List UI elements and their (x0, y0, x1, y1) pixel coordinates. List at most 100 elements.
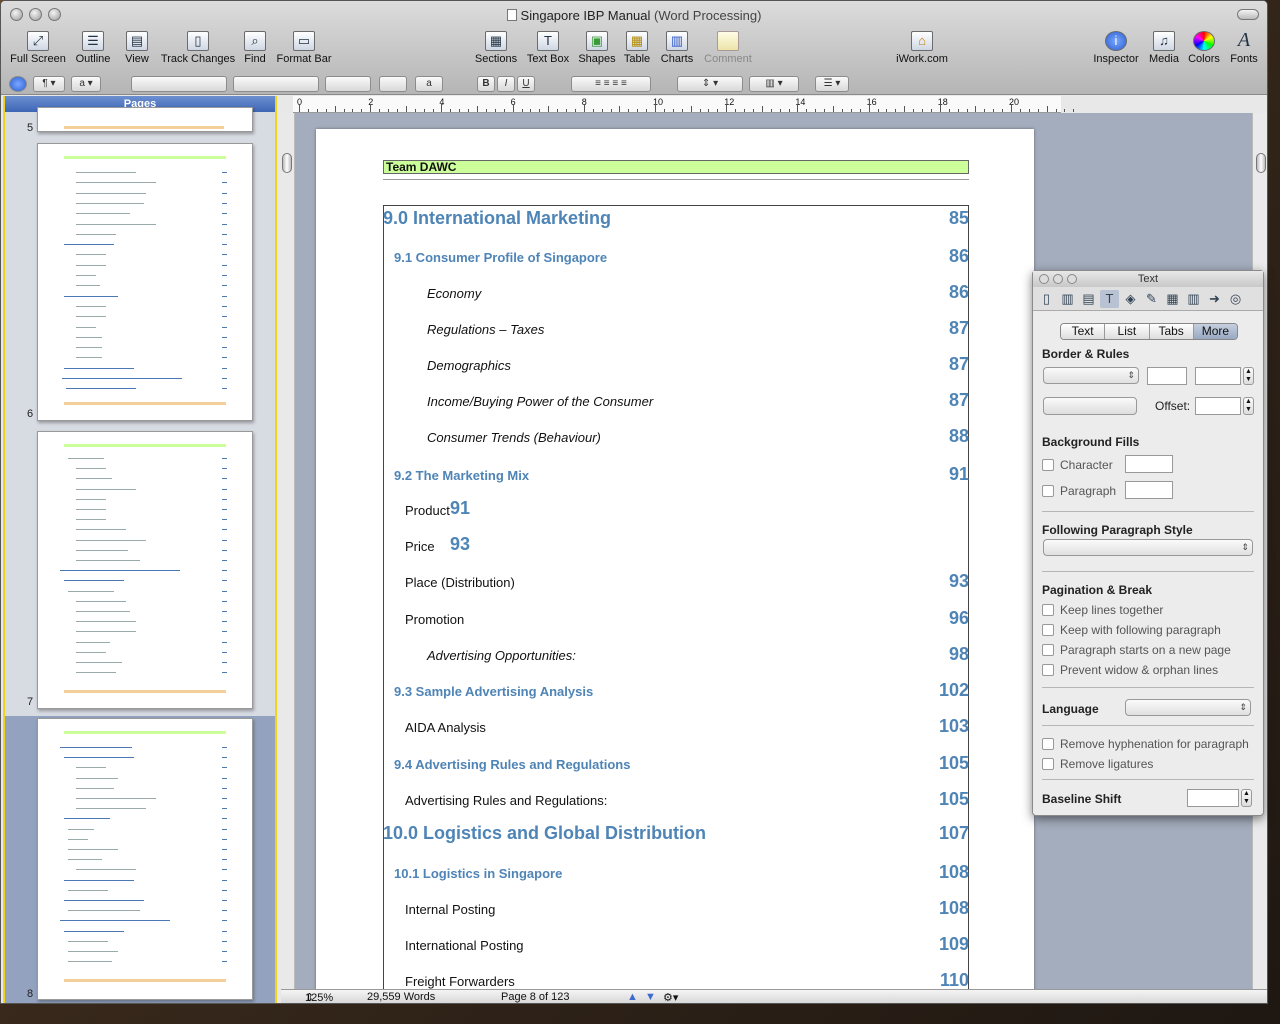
page-thumbnail-5[interactable]: 5 (5, 107, 275, 134)
tab-text[interactable]: Text (1061, 324, 1106, 339)
toc-entry[interactable]: Economy 86 (383, 282, 969, 306)
toc-entry[interactable]: Consumer Trends (Behaviour) 88 (383, 426, 969, 450)
font-size-combo[interactable] (325, 76, 371, 92)
layout-inspector-icon[interactable]: ▥ (1058, 290, 1077, 308)
previous-page-button[interactable]: ▲ (627, 991, 638, 1003)
document-inspector-icon[interactable]: ▯ (1037, 290, 1056, 308)
toc-entry[interactable]: Price 93 (383, 534, 969, 559)
border-width-stepper[interactable]: ▲ ▼ (1243, 367, 1254, 385)
toc-entry[interactable]: International Posting 109 (383, 934, 969, 958)
paragraph-style-popup[interactable]: ¶ ▾ (33, 76, 65, 92)
link-inspector-icon[interactable]: ➜ (1205, 290, 1224, 308)
tab-tabs[interactable]: Tabs (1149, 324, 1194, 339)
baseline-shift-stepper[interactable]: ▲ ▼ (1241, 789, 1252, 807)
wrap-inspector-icon[interactable]: ▤ (1079, 290, 1098, 308)
toc-entry[interactable]: 9.4 Advertising Rules and Regulations 105 (383, 753, 969, 777)
border-width-field[interactable] (1195, 367, 1241, 385)
track-changes-button[interactable]: ▯ Track Changes (159, 29, 237, 65)
italic-button[interactable]: I (497, 76, 515, 92)
toc-entry[interactable]: Income/Buying Power of the Consumer 87 (383, 390, 969, 414)
text-color-well[interactable] (379, 76, 407, 92)
columns-popup[interactable]: ▥ ▾ (749, 76, 799, 92)
toc-entry[interactable]: 9.0 International Marketing 85 (383, 208, 969, 232)
keep-following-checkbox[interactable]: Keep with following paragraph (1042, 623, 1221, 637)
character-fill-checkbox[interactable]: Character (1042, 458, 1113, 472)
toc-entry[interactable]: Promotion 96 (383, 608, 969, 632)
charts-button[interactable]: ▥ Charts (657, 29, 697, 65)
text-box-button[interactable]: T Text Box (525, 29, 571, 65)
toc-entry[interactable]: Product 91 (383, 498, 969, 523)
font-typeface-popup[interactable] (233, 76, 319, 92)
new-page-checkbox[interactable]: Paragraph starts on a new page (1042, 643, 1231, 657)
find-button[interactable]: ⌕ Find (241, 29, 269, 65)
table-inspector-icon[interactable]: ▦ (1163, 290, 1182, 308)
colors-button[interactable]: Colors (1185, 29, 1223, 65)
page-thumbnail-8[interactable]: 8 (5, 716, 275, 1003)
format-bar-button[interactable]: ▭ Format Bar (275, 29, 333, 65)
view-button[interactable]: ▤ View (119, 29, 155, 65)
full-screen-button[interactable]: ⤢ Full Screen (9, 29, 67, 65)
tab-more[interactable]: More (1193, 324, 1237, 339)
border-color-well[interactable] (1147, 367, 1187, 385)
toc-entry[interactable]: AIDA Analysis 103 (383, 716, 969, 740)
paragraph-fill-color-well[interactable] (1125, 481, 1173, 499)
toc-entry[interactable]: Advertising Opportunities: 98 (383, 644, 969, 668)
close-button[interactable] (1039, 274, 1049, 284)
offset-stepper[interactable]: ▲ ▼ (1243, 397, 1254, 415)
following-style-popup[interactable]: ⇕ (1043, 539, 1253, 556)
next-page-button[interactable]: ▼ (645, 991, 656, 1003)
toc-entry[interactable]: 10.0 Logistics and Global Distribution 10… (383, 823, 969, 847)
minimize-button[interactable] (1053, 274, 1063, 284)
outline-button[interactable]: ☰ Outline (71, 29, 115, 65)
sections-button[interactable]: ▦ Sections (473, 29, 519, 65)
toc-entry[interactable]: 9.2 The Marketing Mix 91 (383, 464, 969, 488)
zoom-button[interactable] (1067, 274, 1077, 284)
shapes-button[interactable]: ▣ Shapes (577, 29, 617, 65)
scroll-knob[interactable] (1256, 153, 1266, 173)
horizontal-ruler[interactable]: 0 2 4 6 8 10 12 14 16 18 20 (293, 96, 1075, 113)
toc-entry[interactable]: Internal Posting 108 (383, 898, 969, 922)
gear-icon[interactable]: ⚙▾ (663, 991, 678, 1003)
alignment-buttons[interactable]: ≡ ≡ ≡ ≡ (571, 76, 651, 92)
table-button[interactable]: ▦ Table (621, 29, 653, 65)
keep-lines-checkbox[interactable]: Keep lines together (1042, 603, 1163, 617)
border-position-buttons[interactable] (1043, 397, 1137, 415)
text-inspector-icon[interactable]: T (1100, 290, 1119, 308)
toc-entry[interactable]: Place (Distribution) 93 (383, 571, 969, 595)
comment-button[interactable]: Comment (701, 29, 755, 65)
hyphenation-checkbox[interactable]: Remove hyphenation for paragraph (1042, 737, 1249, 751)
bold-button[interactable]: B (477, 76, 495, 92)
offset-field[interactable] (1195, 397, 1241, 415)
line-spacing-popup[interactable]: ⇕ ▾ (677, 76, 743, 92)
language-popup[interactable]: ⇕ (1125, 699, 1251, 716)
iwork-button[interactable]: ⌂ iWork.com (893, 29, 951, 65)
toc-entry[interactable]: 9.1 Consumer Profile of Singapore 86 (383, 246, 969, 270)
highlight-color-well[interactable]: a (415, 76, 443, 92)
widow-orphan-checkbox[interactable]: Prevent widow & orphan lines (1042, 663, 1218, 677)
quicktime-inspector-icon[interactable]: ◎ (1226, 290, 1245, 308)
paragraph-fill-checkbox[interactable]: Paragraph (1042, 484, 1116, 498)
toolbar-toggle-button[interactable] (1237, 9, 1259, 20)
toc-entry[interactable]: Demographics 87 (383, 354, 969, 378)
chart-inspector-icon[interactable]: ▥ (1184, 290, 1203, 308)
toc-entry[interactable]: Advertising Rules and Regulations: 105 (383, 789, 969, 813)
document-page[interactable]: Team DAWC 9.0 International Marketing 85 9… (316, 129, 1034, 1003)
underline-button[interactable]: U (517, 76, 535, 92)
border-style-popup[interactable]: ⇕ (1043, 367, 1139, 384)
character-style-popup[interactable]: a ▾ (71, 76, 101, 92)
metrics-inspector-icon[interactable]: ✎ (1142, 290, 1161, 308)
scroll-knob[interactable] (282, 153, 292, 173)
toc-entry[interactable]: 9.3 Sample Advertising Analysis 102 (383, 680, 969, 704)
fonts-button[interactable]: A Fonts (1227, 29, 1261, 65)
zoom-popup[interactable]: 125% ⇕ (305, 991, 333, 1003)
media-button[interactable]: ♫ Media (1145, 29, 1183, 65)
character-fill-color-well[interactable] (1125, 455, 1173, 473)
ligatures-checkbox[interactable]: Remove ligatures (1042, 757, 1153, 771)
graphic-inspector-icon[interactable]: ◈ (1121, 290, 1140, 308)
font-family-popup[interactable] (131, 76, 227, 92)
sidebar-scrollbar[interactable] (281, 113, 295, 989)
tab-list[interactable]: List (1105, 324, 1150, 339)
inspector-button[interactable]: i Inspector (1091, 29, 1141, 65)
toc-entry[interactable]: 10.1 Logistics in Singapore 108 (383, 862, 969, 886)
page-thumbnail-6[interactable]: 6 (5, 138, 275, 424)
